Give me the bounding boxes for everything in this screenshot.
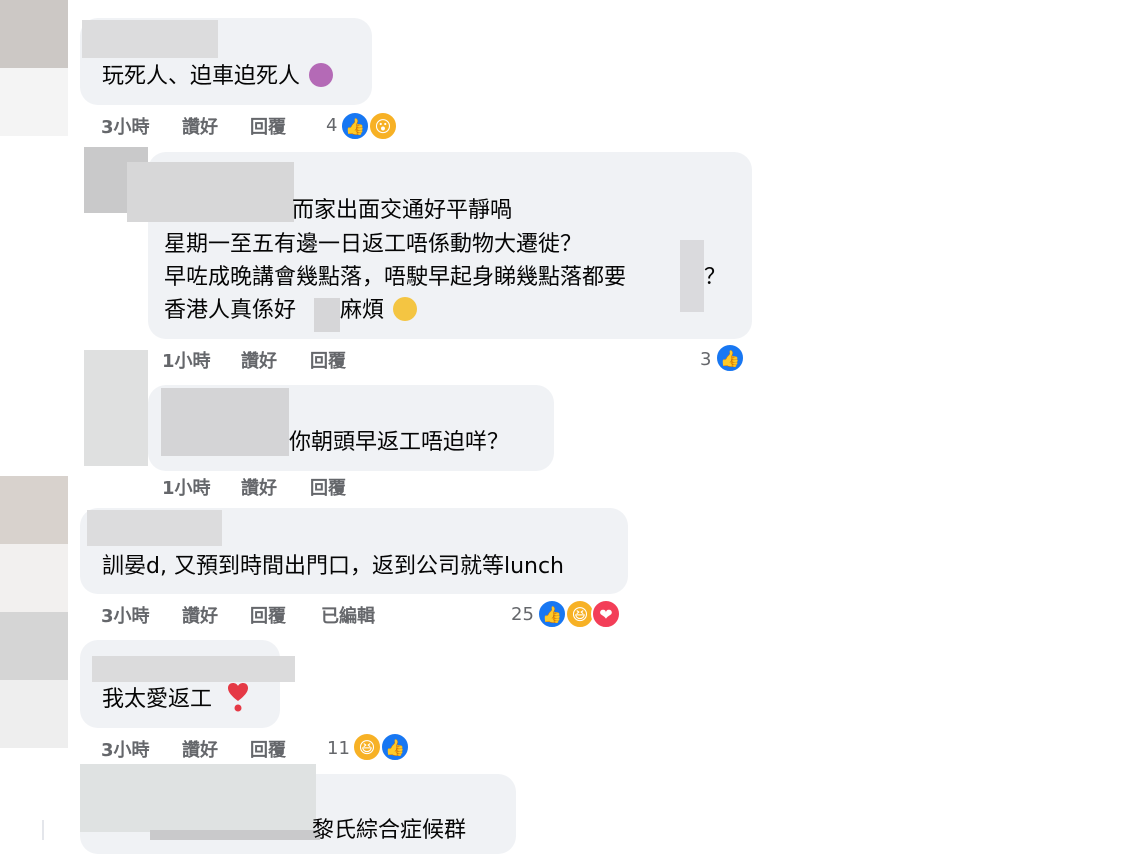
comment-text: 玩死人、迫車迫死人 [102, 60, 334, 93]
like-button[interactable]: 讚好 [182, 736, 218, 762]
reaction-count[interactable]: 4 [326, 115, 337, 136]
commenter-name-blur[interactable] [92, 656, 295, 682]
reaction-count[interactable]: 25 [511, 604, 534, 625]
like-icon: 👍 [380, 732, 410, 762]
like-button[interactable]: 讚好 [241, 347, 277, 373]
like-button[interactable]: 讚好 [182, 602, 218, 628]
comment-text: 訓晏d, 又預到時間出門口，返到公司就等lunch [102, 554, 564, 579]
reaction-count[interactable]: 11 [327, 738, 350, 759]
reaction-count[interactable]: 3 [700, 349, 711, 370]
reply-button[interactable]: 回覆 [250, 113, 286, 139]
comment-time[interactable]: 3小時 [101, 602, 150, 628]
left-blur-mid-4 [0, 680, 68, 748]
heart-exclamation-icon [228, 683, 249, 712]
comment-text: 我太愛返工 [102, 683, 249, 716]
edited-label: 已編輯 [321, 606, 375, 627]
comment-line: 而家出面交通好平靜喎 [292, 198, 513, 223]
reply-button[interactable]: 回覆 [250, 736, 286, 762]
comment-line: 早咗成晚講會幾點落，唔駛早起身睇幾點落都要 [164, 265, 627, 290]
comment-time[interactable]: 3小時 [101, 736, 150, 762]
commenter-name-blur[interactable] [82, 20, 218, 58]
comment-line: 星期一至五有邊一日返工唔係動物大遷徙？ [164, 232, 583, 257]
left-blur-top [0, 0, 68, 68]
commenter-name-blur[interactable] [127, 162, 294, 222]
like-icon: 👍 [537, 599, 567, 629]
angry-emoji-icon [309, 63, 334, 87]
text-blur [680, 240, 704, 312]
comment-end-mark: ？ [704, 265, 727, 290]
commenter-name-blur[interactable] [161, 388, 289, 456]
love-icon: ❤ [591, 599, 621, 629]
comment-line: 麻煩 [340, 294, 418, 327]
left-blur-top-2 [0, 68, 68, 136]
reply-button[interactable]: 回覆 [310, 474, 346, 500]
haha-icon: 😆 [352, 732, 382, 762]
reply-button[interactable]: 回覆 [310, 347, 346, 373]
text-blur [314, 298, 340, 332]
like-button[interactable]: 讚好 [182, 113, 218, 139]
relieved-emoji-icon [393, 297, 418, 321]
comment-time[interactable]: 1小時 [162, 347, 211, 373]
like-button[interactable]: 讚好 [241, 474, 277, 500]
avatar[interactable] [80, 764, 316, 832]
commenter-name-blur[interactable] [87, 510, 222, 546]
thread-line [42, 820, 44, 840]
wow-icon: 😮 [368, 111, 398, 141]
comment-text: 黎氏綜合症候群 [312, 818, 467, 843]
left-blur-mid-2 [0, 544, 68, 612]
comment-line: 香港人真係好 [164, 298, 297, 323]
left-blur-mid-3 [0, 612, 68, 680]
commenter-name-blur[interactable] [150, 830, 320, 840]
comment-text: 你朝頭早返工唔迫咩？ [289, 430, 510, 455]
like-icon: 👍 [340, 111, 370, 141]
comment-time[interactable]: 3小時 [101, 113, 150, 139]
reply-button[interactable]: 回覆 [250, 602, 286, 628]
avatar[interactable] [84, 350, 148, 466]
like-icon: 👍 [715, 343, 745, 373]
comment-time[interactable]: 1小時 [162, 474, 211, 500]
left-blur-mid [0, 476, 68, 544]
